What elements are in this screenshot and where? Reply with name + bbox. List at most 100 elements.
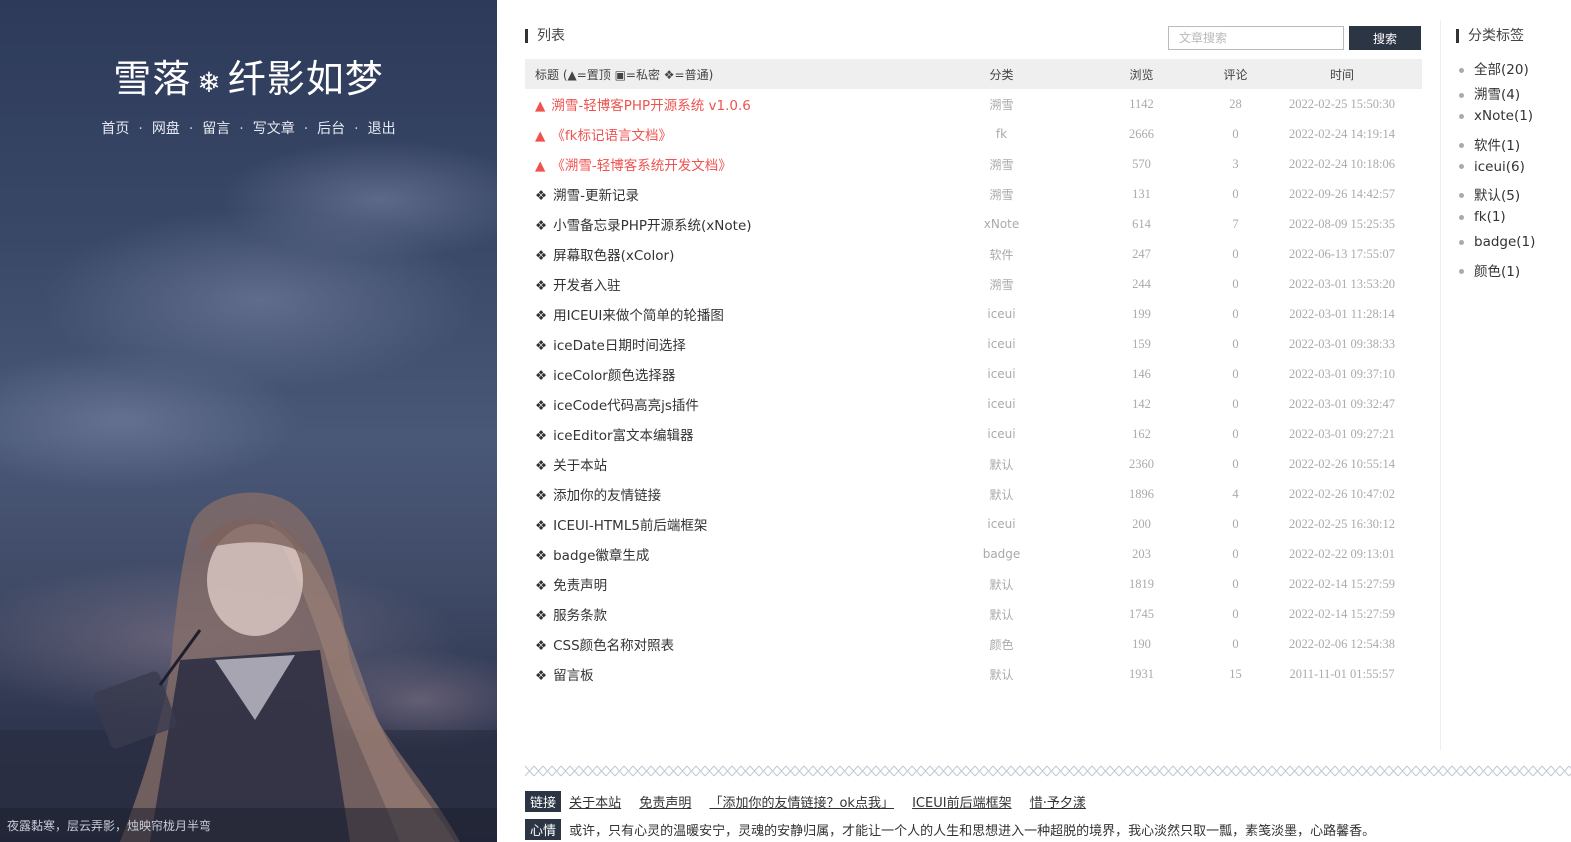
friend-links-row: 链接 关于本站 免责声明 「添加你的友情链接？ok点我」 ICEUI前后端框架 … [525,791,1100,812]
row-comments: 0 [1232,426,1239,441]
row-category[interactable]: fk [929,119,1074,149]
row-category[interactable]: 溯雪 [929,269,1074,299]
header-category: 分类 [929,59,1074,89]
article-title-link[interactable]: iceDate日期时间选择 [553,338,686,354]
search-input[interactable] [1168,26,1344,50]
category-tag-label: iceui(6) [1474,158,1525,175]
row-title[interactable]: ❖ 小雪备忘录PHP开源系统(xNote) [525,209,929,239]
article-title-link[interactable]: 《溯雪-轻博客系统开发文档》 [551,158,731,174]
article-title-link[interactable]: iceEditor富文本编辑器 [553,428,693,444]
row-views: 162 [1132,426,1151,441]
article-title-link[interactable]: 服务条款 [553,608,607,624]
site-title-right: 纤影如梦 [227,57,384,101]
category-tag-item[interactable]: iceui(6) [1459,159,1535,184]
row-category[interactable]: iceui [929,419,1074,449]
row-category[interactable]: badge [929,539,1074,569]
row-category[interactable]: 默认 [929,449,1074,479]
row-category[interactable]: iceui [929,359,1074,389]
friend-link-about[interactable]: 关于本站 [569,796,621,811]
row-title[interactable]: ❖ iceCode代码高亮js插件 [525,389,929,419]
category-tag-label: 颜色(1) [1474,263,1521,280]
article-title-link[interactable]: ICEUI-HTML5前后端框架 [553,518,707,534]
article-title-link[interactable]: 留言板 [553,668,594,684]
row-title[interactable]: ❖ ICEUI-HTML5前后端框架 [525,509,929,539]
article-title-link[interactable]: CSS颜色名称对照表 [553,638,674,654]
row-category[interactable]: xNote [929,209,1074,239]
row-title[interactable]: ❖ iceColor颜色选择器 [525,359,929,389]
article-title-link[interactable]: iceCode代码高亮js插件 [553,398,699,414]
row-title[interactable]: ❖ CSS颜色名称对照表 [525,629,929,659]
article-title-link[interactable]: 屏幕取色器(xColor) [553,248,674,264]
article-title-link[interactable]: badge徽章生成 [553,548,649,564]
row-category[interactable]: 软件 [929,239,1074,269]
article-title-link[interactable]: 开发者入驻 [553,278,621,294]
nav-admin[interactable]: 后台 [317,121,345,137]
row-title[interactable]: ❖ badge徽章生成 [525,539,929,569]
row-title[interactable]: ❖ iceEditor富文本编辑器 [525,419,929,449]
row-category[interactable]: iceui [929,299,1074,329]
category-tag-item[interactable]: xNote(1) [1459,108,1535,133]
row-category[interactable]: iceui [929,329,1074,359]
friend-link-iceui[interactable]: ICEUI前后端框架 [912,796,1011,811]
article-title-link[interactable]: 添加你的友情链接 [553,488,661,504]
article-title-link[interactable]: 溯雪-轻博客PHP开源系统 v1.0.6 [551,98,750,114]
table-row: ❖ 小雪备忘录PHP开源系统(xNote) xNote 614 7 2022-08-09 … [525,209,1422,239]
row-category[interactable]: iceui [929,509,1074,539]
row-title[interactable]: ❖ iceDate日期时间选择 [525,329,929,359]
category-tag-item[interactable]: 颜色(1) [1459,260,1535,285]
row-category[interactable]: 默认 [929,569,1074,599]
search-button[interactable]: 搜索 [1349,26,1421,50]
friend-link-xiyang[interactable]: 惜·予夕漾 [1030,796,1086,811]
row-title[interactable]: ▲ 《溯雪-轻博客系统开发文档》 [525,149,929,179]
category-tag-item[interactable]: 溯雪(4) [1459,83,1535,108]
row-title[interactable]: ❖ 留言板 [525,659,929,689]
article-title-link[interactable]: 溯雪-更新记录 [553,188,639,204]
row-comments: 0 [1232,636,1239,651]
article-title-link[interactable]: 关于本站 [553,458,607,474]
row-title[interactable]: ❖ 添加你的友情链接 [525,479,929,509]
friend-link-disclaimer[interactable]: 免责声明 [639,796,691,811]
nav-home[interactable]: 首页 [101,121,129,137]
row-category[interactable]: 溯雪 [929,149,1074,179]
row-category[interactable]: 溯雪 [929,89,1074,119]
nav-drive[interactable]: 网盘 [152,121,180,137]
row-title[interactable]: ❖ 免责声明 [525,569,929,599]
row-category[interactable]: iceui [929,389,1074,419]
table-row: ▲ 《fk标记语言文档》 fk 2666 0 2022-02-24 14:19:14 [525,119,1422,149]
nav-guestbook[interactable]: 留言 [202,121,230,137]
friend-link-add[interactable]: 「添加你的友情链接？ok点我」 [709,796,893,811]
row-category[interactable]: 默认 [929,479,1074,509]
category-tag-item[interactable]: 默认(5) [1459,184,1535,209]
site-title-left: 雪落 [113,57,192,101]
row-title[interactable]: ❖ 溯雪-更新记录 [525,179,929,209]
row-category[interactable]: 溯雪 [929,179,1074,209]
article-title-link[interactable]: 小雪备忘录PHP开源系统(xNote) [553,218,751,234]
nav-write[interactable]: 写文章 [253,121,295,137]
article-table: 标题 (▲=置顶 ▣=私密 ❖=普通) 分类 浏览 评论 时间 ▲ 溯雪-轻博客P… [525,59,1422,689]
row-title[interactable]: ▲ 溯雪-轻博客PHP开源系统 v1.0.6 [525,89,929,119]
article-title-link[interactable]: 《fk标记语言文档》 [551,128,672,144]
category-tag-item[interactable]: 全部(20) [1459,58,1535,83]
category-tag-item[interactable]: 软件(1) [1459,134,1535,159]
row-title[interactable]: ❖ 关于本站 [525,449,929,479]
category-tag-item[interactable]: fk(1) [1459,209,1535,234]
row-category[interactable]: 默认 [929,659,1074,689]
article-title-link[interactable]: 免责声明 [553,578,607,594]
article-title-link[interactable]: 用ICEUI来做个简单的轮播图 [553,308,724,324]
category-tag-label: 默认(5) [1474,187,1521,204]
table-row: ❖ iceColor颜色选择器 iceui 146 0 2022-03-01 09:37:… [525,359,1422,389]
row-title[interactable]: ❖ 开发者入驻 [525,269,929,299]
category-tag-item[interactable]: badge(1) [1459,234,1535,259]
row-title[interactable]: ❖ 屏幕取色器(xColor) [525,239,929,269]
row-title[interactable]: ❖ 服务条款 [525,599,929,629]
row-category[interactable]: 颜色 [929,629,1074,659]
normal-marker-icon: ❖ [535,368,548,384]
normal-marker-icon: ❖ [535,308,548,324]
row-time: 2022-03-01 09:37:10 [1289,366,1395,381]
article-title-link[interactable]: iceColor颜色选择器 [553,368,675,384]
bullet-icon [1459,164,1464,170]
row-title[interactable]: ❖ 用ICEUI来做个简单的轮播图 [525,299,929,329]
nav-logout[interactable]: 退出 [368,121,396,137]
row-title[interactable]: ▲ 《fk标记语言文档》 [525,119,929,149]
row-category[interactable]: 默认 [929,599,1074,629]
